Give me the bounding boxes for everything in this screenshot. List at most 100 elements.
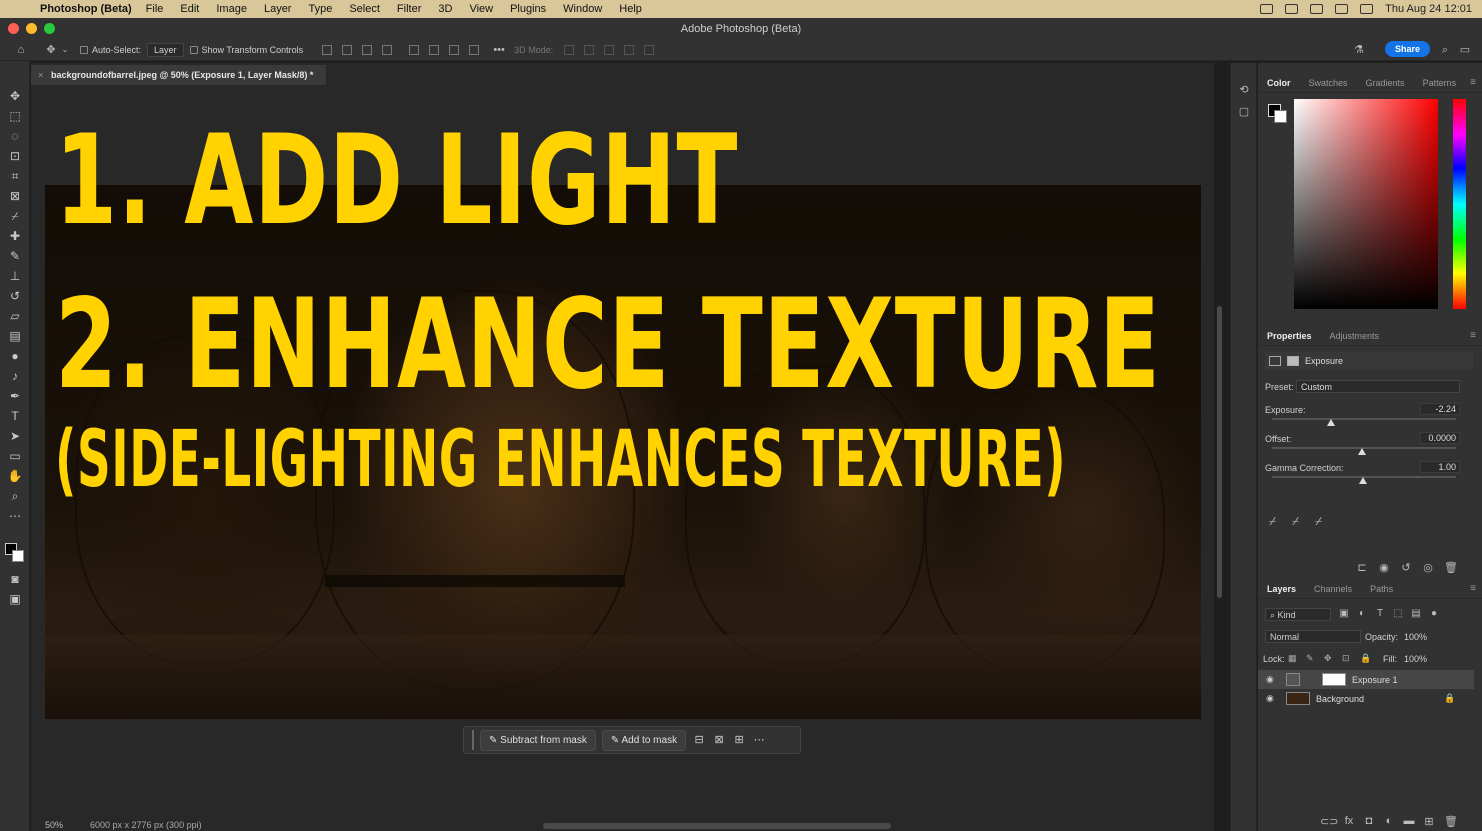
menu-file[interactable]: File: [146, 3, 164, 15]
wifi-icon[interactable]: [1335, 4, 1349, 14]
background-color-swatch[interactable]: [12, 550, 24, 562]
menu-window[interactable]: Window: [563, 3, 602, 15]
gradient-tool-icon[interactable]: ▤: [7, 328, 23, 344]
align-center-icon[interactable]: [342, 44, 353, 55]
add-mask-icon[interactable]: ◘: [1362, 815, 1376, 829]
healing-brush-tool-icon[interactable]: ✚: [7, 228, 23, 244]
chevron-down-icon[interactable]: ⌄: [58, 43, 72, 57]
lock-all-icon[interactable]: 🔒: [1360, 653, 1371, 664]
globe-status-icon[interactable]: [1310, 4, 1324, 14]
distribute-icon[interactable]: [382, 44, 393, 55]
close-tab-icon[interactable]: ×: [38, 65, 43, 85]
tab-paths[interactable]: Paths: [1361, 584, 1402, 594]
eye-icon[interactable]: ◉: [1266, 693, 1274, 704]
align-right-icon[interactable]: [362, 44, 373, 55]
menu-image[interactable]: Image: [216, 3, 247, 15]
control-center-icon[interactable]: [1360, 4, 1374, 14]
auto-select-dropdown[interactable]: Layer: [147, 42, 184, 57]
screen-mode-icon[interactable]: ▣: [7, 591, 23, 607]
filter-toggle-icon[interactable]: ●: [1428, 608, 1440, 620]
comments-icon[interactable]: ▢: [1237, 105, 1251, 119]
gamma-slider-thumb[interactable]: [1359, 477, 1367, 484]
tab-patterns[interactable]: Patterns: [1414, 78, 1466, 88]
menu-filter[interactable]: Filter: [397, 3, 421, 15]
quick-mask-icon[interactable]: ◙: [7, 571, 23, 587]
align-left-icon[interactable]: [322, 44, 333, 55]
marquee-tool-icon[interactable]: ⬚: [7, 108, 23, 124]
fx-icon[interactable]: fx: [1342, 815, 1356, 829]
lock-artboard-icon[interactable]: ⊡: [1342, 653, 1350, 664]
align-bottom-icon[interactable]: [449, 44, 460, 55]
black-point-eyedropper-icon[interactable]: ⌿: [1269, 514, 1283, 528]
fill-mask-icon[interactable]: ⊞: [732, 733, 746, 747]
exposure-value-field[interactable]: -2.24: [1420, 403, 1460, 415]
gamma-value-field[interactable]: 1.00: [1420, 461, 1460, 473]
show-transform-checkbox[interactable]: [189, 45, 198, 54]
layer-row-background[interactable]: ◉ Background 🔒: [1258, 689, 1474, 708]
opacity-value[interactable]: 100%: [1404, 632, 1427, 642]
blend-mode-dropdown[interactable]: Normal: [1265, 630, 1361, 643]
zoom-window-button[interactable]: [44, 23, 55, 34]
eraser-tool-icon[interactable]: ▱: [7, 308, 23, 324]
align-top-icon[interactable]: [409, 44, 420, 55]
zoom-level[interactable]: 50%: [45, 820, 63, 830]
share-button[interactable]: Share: [1384, 41, 1430, 57]
new-adjustment-layer-icon[interactable]: ◐: [1382, 815, 1396, 829]
tab-layers[interactable]: Layers: [1258, 584, 1305, 594]
lock-transparent-icon[interactable]: ▦: [1288, 653, 1297, 664]
visibility-icon[interactable]: ◎: [1421, 561, 1435, 575]
offset-slider-thumb[interactable]: [1358, 448, 1366, 455]
taskbar-drag-handle[interactable]: [472, 730, 474, 750]
mask-settings-icon[interactable]: ⊟: [692, 733, 706, 747]
exposure-slider[interactable]: [1272, 418, 1456, 420]
exposure-slider-thumb[interactable]: [1327, 419, 1335, 426]
tab-swatches[interactable]: Swatches: [1300, 78, 1357, 88]
filter-pixel-icon[interactable]: ▣: [1338, 608, 1350, 620]
document-tab[interactable]: × backgroundofbarrel.jpeg @ 50% (Exposur…: [31, 65, 326, 85]
filter-shape-icon[interactable]: ⬚: [1392, 608, 1404, 620]
search-icon[interactable]: ⌕: [1438, 43, 1452, 57]
type-tool-icon[interactable]: T: [7, 408, 23, 424]
menu-layer[interactable]: Layer: [264, 3, 292, 15]
panel-menu-icon[interactable]: ≡: [1470, 77, 1476, 88]
distribute-vertical-icon[interactable]: [469, 44, 480, 55]
lock-image-icon[interactable]: ✎: [1306, 653, 1314, 664]
menu-plugins[interactable]: Plugins: [510, 3, 546, 15]
menu-help[interactable]: Help: [619, 3, 642, 15]
brush-tool-icon[interactable]: ✎: [7, 248, 23, 264]
panel-menu-icon[interactable]: ≡: [1470, 583, 1476, 594]
crop-tool-icon[interactable]: ⌗: [7, 168, 23, 184]
auto-select-checkbox[interactable]: [80, 45, 88, 54]
more-options-icon[interactable]: •••: [492, 43, 506, 57]
panel-menu-icon[interactable]: ≡: [1470, 330, 1476, 341]
tab-properties[interactable]: Properties: [1258, 331, 1321, 341]
preset-dropdown[interactable]: Custom: [1296, 380, 1460, 393]
menu-edit[interactable]: Edit: [180, 3, 199, 15]
menu-type[interactable]: Type: [308, 3, 332, 15]
creative-cloud-icon[interactable]: [1285, 4, 1299, 14]
layer-name[interactable]: Background: [1316, 694, 1364, 704]
new-layer-icon[interactable]: ⊞: [1422, 815, 1436, 829]
layer-mask-thumbnail[interactable]: [1322, 673, 1346, 686]
home-icon[interactable]: ⌂: [14, 43, 28, 57]
minimize-window-button[interactable]: [26, 23, 37, 34]
align-middle-icon[interactable]: [429, 44, 440, 55]
hand-tool-icon[interactable]: ✋: [7, 468, 23, 484]
frame-tool-icon[interactable]: ⊠: [7, 188, 23, 204]
rectangle-tool-icon[interactable]: ▭: [7, 448, 23, 464]
gray-point-eyedropper-icon[interactable]: ⌿: [1292, 514, 1306, 528]
eyedropper-tool-icon[interactable]: ⌿: [7, 208, 23, 224]
app-menu[interactable]: Photoshop (Beta): [40, 3, 132, 15]
lock-position-icon[interactable]: ✥: [1324, 653, 1332, 664]
view-previous-state-icon[interactable]: ◉: [1377, 561, 1391, 575]
move-tool-icon[interactable]: ✥: [44, 43, 58, 57]
white-point-eyedropper-icon[interactable]: ⌿: [1315, 514, 1329, 528]
tab-adjustments[interactable]: Adjustments: [1321, 331, 1389, 341]
add-to-mask-button[interactable]: ✎ Add to mask: [601, 729, 687, 751]
camera-status-icon[interactable]: [1260, 4, 1274, 14]
new-group-icon[interactable]: ▬: [1402, 815, 1416, 829]
vertical-scrollbar[interactable]: [1217, 306, 1222, 598]
clone-stamp-tool-icon[interactable]: ⊥: [7, 268, 23, 284]
filter-adjustment-icon[interactable]: ◐: [1356, 608, 1368, 620]
invert-mask-icon[interactable]: ⊠: [712, 733, 726, 747]
